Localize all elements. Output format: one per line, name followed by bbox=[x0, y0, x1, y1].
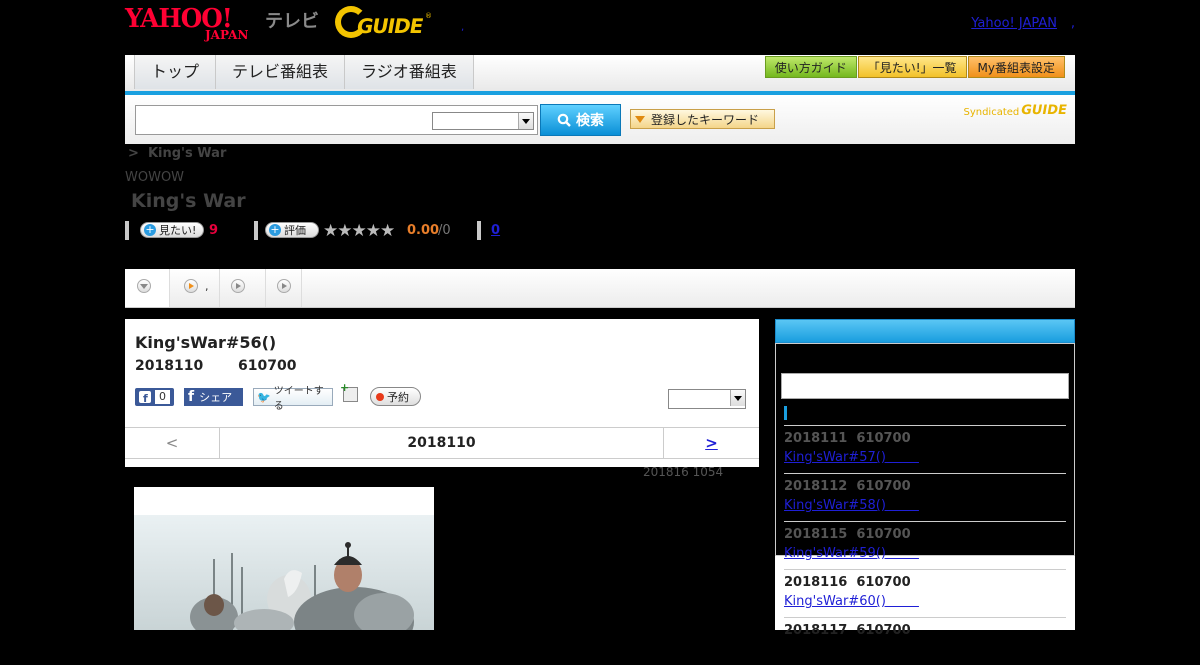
subtab-1[interactable] bbox=[125, 269, 170, 307]
syndicated-gguide-logo: Syndicated GUIDE bbox=[963, 103, 1069, 118]
mitai-list-button[interactable]: 「見たい!」一覧 bbox=[857, 56, 967, 78]
rating-stars-icon: ★★★★★ bbox=[323, 221, 395, 241]
header-link-separator: , bbox=[1070, 16, 1075, 31]
previous-day-button[interactable]: < bbox=[125, 428, 220, 458]
subtab-2[interactable]: , bbox=[169, 269, 220, 307]
usage-guide-button[interactable]: 使い方ガイド bbox=[764, 56, 857, 78]
list-item: 2018112 610700 King'sWar#58() bbox=[784, 473, 1066, 521]
tab-top[interactable]: トップ bbox=[134, 55, 217, 89]
mitai-count: 9 bbox=[209, 223, 219, 238]
chevron-down-icon bbox=[730, 390, 745, 406]
mitai-button[interactable]: + 見たい! bbox=[140, 222, 204, 238]
review-count-link[interactable]: 0 bbox=[491, 223, 500, 238]
play-icon bbox=[231, 279, 245, 293]
program-actions: + 見たい! 9 + 評価 ★★★★★ 0.00 /0 0 bbox=[125, 220, 625, 242]
facebook-share-button[interactable]: f シェア bbox=[184, 388, 243, 406]
sidebar-search-field[interactable] bbox=[781, 373, 1069, 399]
list-item-link[interactable]: King'sWar#57() bbox=[784, 450, 919, 465]
triangle-down-icon bbox=[635, 115, 645, 128]
header-small-link[interactable]: , bbox=[461, 22, 464, 33]
episode-panel: King'sWar#56() 2018110 610700 f 0 f シェア … bbox=[125, 319, 759, 467]
reserve-button[interactable]: 予約 bbox=[370, 387, 421, 406]
episode-title: King'sWar#56() bbox=[135, 333, 277, 352]
next-day-link[interactable]: > bbox=[664, 428, 759, 458]
sidebar-header bbox=[775, 319, 1075, 343]
current-date: 2018110 bbox=[220, 428, 664, 458]
calendar-add-icon[interactable] bbox=[340, 381, 358, 402]
sidebar-section-marker bbox=[784, 406, 787, 420]
tab-radio-listings[interactable]: ラジオ番組表 bbox=[344, 55, 474, 89]
nav-tabs: トップ テレビ番組表 ラジオ番組表 bbox=[134, 55, 474, 89]
rate-button[interactable]: + 評価 bbox=[265, 222, 319, 238]
yahoo-japan-logo[interactable]: YAHOO! JAPAN bbox=[125, 4, 265, 44]
chevron-down-icon bbox=[137, 279, 151, 293]
search-icon bbox=[557, 113, 571, 127]
program-photo-image bbox=[134, 487, 434, 630]
registered-keywords-button[interactable]: 登録したキーワード bbox=[630, 109, 775, 129]
facebook-icon: f bbox=[139, 391, 151, 403]
rating-count: /0 bbox=[438, 223, 451, 238]
episode-time: 610700 bbox=[238, 358, 297, 374]
tweet-button[interactable]: 🐦 ツイートする bbox=[253, 386, 333, 412]
last-updated: 201816 1054 bbox=[643, 465, 724, 479]
search-category-select[interactable] bbox=[432, 112, 534, 130]
list-item-date: 2018115 610700 bbox=[784, 527, 911, 542]
list-item: 2018111 610700 King'sWar#57() bbox=[784, 425, 1066, 473]
program-title: King's War bbox=[131, 190, 246, 212]
facebook-like-button[interactable]: f 0 bbox=[135, 388, 174, 406]
episode-select[interactable] bbox=[668, 389, 746, 409]
list-item-link[interactable]: King'sWar#59() bbox=[784, 546, 919, 561]
yahoo-japan-link[interactable]: Yahoo! JAPAN bbox=[971, 16, 1057, 31]
search-button[interactable]: 検索 bbox=[540, 104, 621, 136]
list-item-date: 2018111 610700 bbox=[784, 431, 911, 446]
twitter-bird-icon: 🐦 bbox=[257, 390, 271, 404]
list-item-link[interactable]: King'sWar#58() bbox=[784, 498, 919, 513]
episode-date-navigation: < 2018110 > bbox=[125, 427, 759, 459]
program-photo bbox=[134, 487, 434, 630]
play-icon bbox=[277, 279, 291, 293]
svg-text:f: f bbox=[143, 392, 148, 403]
gguide-logo[interactable]: GUIDE ® bbox=[335, 6, 435, 42]
divider bbox=[477, 221, 481, 240]
channel-name: WOWOW bbox=[125, 170, 185, 185]
episode-list: 2018111 610700 King'sWar#57() 2018112 61… bbox=[784, 425, 1066, 665]
list-item: 2018116 610700 King'sWar#60() bbox=[784, 569, 1066, 617]
plus-icon: + bbox=[144, 223, 156, 236]
nav-buttons: 使い方ガイド 「見たい!」一覧 My番組表設定 bbox=[764, 56, 1065, 78]
play-icon bbox=[184, 279, 198, 293]
search-bar: 検索 登録したキーワード Syndicated GUIDE bbox=[125, 95, 1075, 144]
list-item-link[interactable]: King'sWar#60() bbox=[784, 594, 919, 609]
program-subtabs: , bbox=[125, 269, 1075, 308]
list-item-date: 2018112 610700 bbox=[784, 479, 911, 494]
subtab-4[interactable] bbox=[265, 269, 302, 307]
record-dot-icon bbox=[376, 392, 384, 401]
divider bbox=[125, 221, 129, 240]
other-episodes-sidebar: 2018111 610700 King'sWar#57() 2018112 61… bbox=[775, 319, 1075, 638]
plus-icon: + bbox=[269, 223, 281, 236]
rating-value: 0.00 bbox=[407, 223, 440, 238]
list-item-date: 2018116 610700 bbox=[784, 575, 911, 590]
tab-tv-listings[interactable]: テレビ番組表 bbox=[215, 55, 346, 89]
site-header: YAHOO! JAPAN テレビ GUIDE ® , Yahoo! JAPAN … bbox=[125, 0, 1075, 55]
main-navigation: トップ テレビ番組表 ラジオ番組表 使い方ガイド 「見たい!」一覧 My番組表設… bbox=[125, 55, 1075, 95]
breadcrumb: > King's War bbox=[128, 146, 227, 161]
service-name: テレビ bbox=[265, 11, 319, 32]
episode-date: 2018110 bbox=[135, 358, 204, 374]
facebook-icon: f bbox=[188, 389, 195, 405]
divider bbox=[254, 221, 258, 240]
subtab-3[interactable] bbox=[219, 269, 266, 307]
breadcrumb-current: King's War bbox=[147, 146, 227, 161]
list-item-date: 2018117 610700 bbox=[784, 623, 911, 638]
list-item: 2018117 610700 bbox=[784, 617, 1066, 665]
list-item: 2018115 610700 King'sWar#59() bbox=[784, 521, 1066, 569]
chevron-down-icon bbox=[518, 113, 533, 129]
my-listings-settings-button[interactable]: My番組表設定 bbox=[967, 56, 1065, 78]
